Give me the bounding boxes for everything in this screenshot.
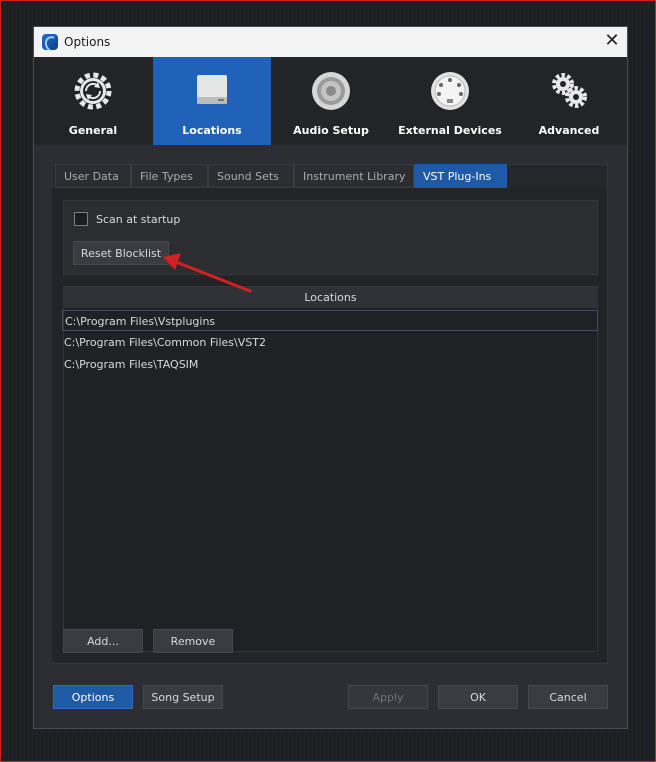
scan-at-startup-checkbox[interactable]: [74, 212, 88, 226]
location-row[interactable]: C:\Program Files\Common Files\VST2: [62, 332, 598, 353]
reset-blocklist-button[interactable]: Reset Blocklist: [73, 241, 169, 265]
gear-refresh-icon: [74, 72, 112, 110]
app-logo-icon: [42, 34, 58, 50]
remove-location-button[interactable]: Remove: [153, 629, 233, 653]
tab-instrument-library[interactable]: Instrument Library: [294, 164, 414, 188]
speaker-icon: [312, 72, 350, 110]
gears-icon: [552, 73, 587, 108]
midi-connector-icon: [431, 72, 469, 110]
location-row[interactable]: C:\Program Files\Vstplugins: [62, 310, 598, 331]
toolbar-external-devices[interactable]: External Devices: [391, 57, 509, 145]
tab-vst-plugins[interactable]: VST Plug-Ins: [414, 164, 507, 188]
ok-button[interactable]: OK: [438, 685, 518, 709]
tab-user-data[interactable]: User Data: [55, 164, 131, 188]
toolbar-locations[interactable]: Locations: [153, 57, 271, 145]
toolbar-locations-label: Locations: [182, 124, 242, 137]
toolbar-audio-setup[interactable]: Audio Setup: [272, 57, 390, 145]
tab-sound-sets[interactable]: Sound Sets: [208, 164, 294, 188]
cancel-button[interactable]: Cancel: [528, 685, 608, 709]
toolbar-advanced-label: Advanced: [538, 124, 600, 137]
window-title: Options: [64, 35, 111, 49]
toolbar-external-devices-label: External Devices: [398, 124, 502, 137]
song-setup-button[interactable]: Song Setup: [143, 685, 223, 709]
apply-button[interactable]: Apply: [348, 685, 428, 709]
locations-header: Locations: [63, 287, 598, 308]
title-bar[interactable]: Options ✕: [34, 27, 627, 57]
tab-file-types[interactable]: File Types: [131, 164, 208, 188]
toolbar-general[interactable]: General: [34, 57, 152, 145]
toolbar-advanced[interactable]: Advanced: [510, 57, 628, 145]
toolbar-general-label: General: [68, 124, 118, 137]
toolbar-audio-setup-label: Audio Setup: [293, 124, 369, 137]
location-row[interactable]: C:\Program Files\TAQSIM: [62, 354, 598, 375]
close-button[interactable]: ✕: [597, 27, 627, 57]
scan-at-startup-label: Scan at startup: [96, 213, 181, 226]
category-toolbar: General Locations Audio Setup External D…: [34, 57, 627, 145]
options-button[interactable]: Options: [53, 685, 133, 709]
add-location-button[interactable]: Add...: [63, 629, 143, 653]
drive-icon: [197, 75, 227, 104]
